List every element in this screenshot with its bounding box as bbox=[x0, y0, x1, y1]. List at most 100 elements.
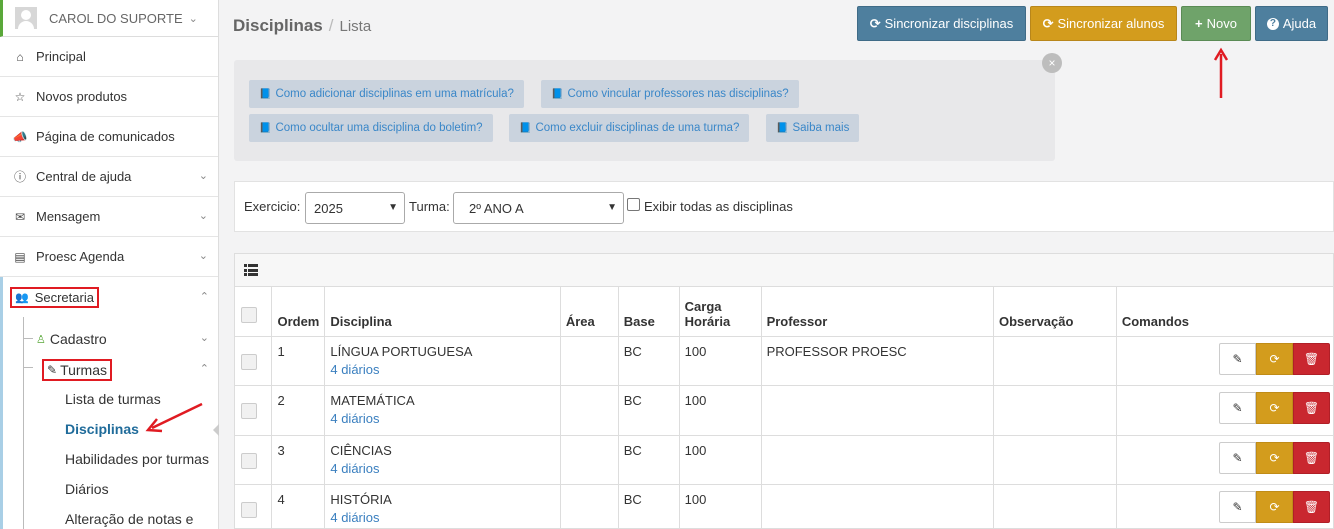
table-toolbar bbox=[235, 254, 1333, 287]
show-all-label: Exibir todas as disciplinas bbox=[644, 199, 793, 214]
sync-button[interactable]: ⟳ bbox=[1256, 342, 1293, 375]
diarios-link[interactable]: 4 diários bbox=[330, 362, 554, 377]
cell-area bbox=[560, 435, 619, 485]
cell-comandos: ✎ ⟳ 🗑 bbox=[1116, 336, 1334, 386]
select-all-checkbox[interactable] bbox=[241, 306, 257, 323]
agenda-icon: ▤ bbox=[14, 249, 26, 264]
delete-button[interactable]: 🗑 bbox=[1293, 392, 1330, 424]
sidebar-item-turmas[interactable]: ✎ Turmas bbox=[23, 358, 112, 382]
help-link-label: Saiba mais bbox=[792, 122, 850, 134]
page-title: Disciplinas / Lista bbox=[233, 16, 371, 36]
sidebar-leaf-disciplinas[interactable]: Disciplinas bbox=[65, 421, 139, 437]
table-row: 2 MATEMÁTICA 4 diários BC 100 ✎ ⟳ 🗑 bbox=[235, 385, 1334, 436]
sidebar-item-secretaria[interactable]: 👥 Secretaria ⌃ bbox=[3, 277, 219, 317]
megaphone-icon: 📣 bbox=[12, 129, 28, 144]
sidebar-leaf-diarios[interactable]: Diários bbox=[65, 481, 109, 497]
sidebar-item-cadastro[interactable]: ♙ Cadastro bbox=[23, 329, 107, 349]
delete-button[interactable]: 🗑 bbox=[1293, 441, 1330, 474]
list-icon[interactable] bbox=[244, 264, 258, 276]
cell-base: BC bbox=[618, 484, 680, 529]
sync-button[interactable]: ⟳ bbox=[1256, 491, 1293, 523]
disciplina-name: MATEMÁTICA bbox=[330, 393, 415, 408]
chevron-down-icon: ▼ bbox=[388, 202, 398, 213]
refresh-icon: ⟳ bbox=[1269, 401, 1280, 415]
sidebar-item-central-ajuda[interactable]: ⓘ Central de ajuda ⌄ bbox=[0, 157, 218, 197]
col-carga-horaria: Carga Horária bbox=[679, 287, 762, 337]
cell-carga: 100 bbox=[679, 435, 762, 485]
close-icon[interactable]: × bbox=[1042, 53, 1062, 73]
show-all-checkbox[interactable] bbox=[627, 198, 640, 211]
refresh-icon: ⟳ bbox=[1042, 15, 1054, 31]
disciplina-name: HISTÓRIA bbox=[330, 492, 392, 507]
exercicio-label: Exercicio: bbox=[244, 199, 301, 214]
sync-button[interactable]: ⟳ bbox=[1256, 392, 1293, 424]
sidebar-item-label: Turmas bbox=[60, 362, 107, 378]
sidebar-item-mensagem[interactable]: ✉ Mensagem ⌄ bbox=[0, 197, 218, 237]
help-link-label: Como adicionar disciplinas em uma matríc… bbox=[275, 88, 514, 100]
cell-ordem: 4 bbox=[271, 484, 326, 529]
cell-base: BC bbox=[618, 435, 680, 485]
sidebar-item-agenda[interactable]: ▤ Proesc Agenda ⌄ bbox=[0, 237, 218, 277]
sync-alunos-button[interactable]: ⟳ Sincronizar alunos bbox=[1030, 6, 1177, 41]
help-link[interactable]: 📘 Como adicionar disciplinas em uma matr… bbox=[249, 80, 524, 108]
sidebar-leaf-habilidades[interactable]: Habilidades por turmas bbox=[65, 451, 209, 467]
user-menu[interactable]: CAROL DO SUPORTE ⌄ bbox=[0, 0, 218, 37]
delete-button[interactable]: 🗑 bbox=[1293, 342, 1330, 375]
sidebar-leaf-lista-turmas[interactable]: Lista de turmas bbox=[65, 391, 161, 407]
diarios-link[interactable]: 4 diários bbox=[330, 461, 554, 476]
help-link[interactable]: 📘 Como vincular professores nas discipli… bbox=[541, 80, 799, 108]
row-checkbox[interactable] bbox=[241, 403, 257, 419]
edit-button[interactable]: ✎ bbox=[1219, 491, 1256, 523]
filters-bar: Exercicio: 2025 ▼ Turma: 2º ANO A ▼ Exib… bbox=[234, 181, 1334, 232]
help-link[interactable]: 📘 Saiba mais bbox=[766, 114, 860, 142]
disciplina-name: LÍNGUA PORTUGUESA bbox=[330, 343, 473, 359]
novo-button[interactable]: + Novo bbox=[1181, 6, 1251, 41]
help-panel bbox=[234, 60, 1055, 161]
sidebar-leaf-alteracao-notas[interactable]: Alteração de notas e bbox=[65, 511, 193, 527]
chevron-down-icon: ⌄ bbox=[198, 250, 208, 262]
trash-icon: 🗑 bbox=[1303, 401, 1320, 415]
select-value: 2º ANO A bbox=[469, 200, 524, 216]
row-checkbox[interactable] bbox=[241, 353, 257, 370]
col-area: Área bbox=[560, 287, 619, 337]
edit-icon: ✎ bbox=[1232, 351, 1243, 366]
help-link[interactable]: 📘 Como ocultar uma disciplina do boletim… bbox=[249, 114, 493, 142]
sidebar-item-label: Central de ajuda bbox=[36, 169, 132, 184]
star-icon: ☆ bbox=[14, 89, 26, 104]
select-value: 2025 bbox=[314, 200, 343, 216]
sync-button[interactable]: ⟳ bbox=[1256, 441, 1293, 474]
ajuda-button[interactable]: ? Ajuda bbox=[1255, 6, 1328, 41]
sync-disciplinas-button[interactable]: ⟳ Sincronizar disciplinas bbox=[857, 6, 1026, 41]
row-checkbox[interactable] bbox=[241, 502, 257, 518]
delete-button[interactable]: 🗑 bbox=[1293, 491, 1330, 523]
sidebar-item-principal[interactable]: ⌂ Principal bbox=[0, 37, 218, 77]
cell-professor bbox=[761, 435, 995, 485]
trash-icon: 🗑 bbox=[1303, 351, 1320, 366]
exercicio-select[interactable]: 2025 ▼ bbox=[305, 192, 405, 224]
row-checkbox[interactable] bbox=[241, 452, 257, 469]
cell-ordem: 3 bbox=[271, 435, 326, 485]
chevron-down-icon: ⌄ bbox=[188, 12, 198, 25]
diarios-link[interactable]: 4 diários bbox=[330, 510, 554, 525]
disciplinas-table: Ordem Disciplina Área Base Carga Horária … bbox=[235, 287, 1334, 529]
help-link-label: Como ocultar uma disciplina do boletim? bbox=[275, 122, 483, 134]
turma-select[interactable]: 2º ANO A ▼ bbox=[453, 192, 624, 224]
edit-button[interactable]: ✎ bbox=[1219, 392, 1256, 424]
cell-observacao bbox=[993, 484, 1117, 529]
edit-button[interactable]: ✎ bbox=[1219, 342, 1256, 375]
sidebar-item-comunicados[interactable]: 📣 Página de comunicados bbox=[0, 117, 218, 157]
help-link[interactable]: 📘 Como excluir disciplinas de uma turma? bbox=[509, 114, 750, 142]
diarios-link[interactable]: 4 diários bbox=[330, 411, 554, 426]
col-comandos: Comandos bbox=[1116, 287, 1334, 337]
cell-disciplina: HISTÓRIA 4 diários bbox=[324, 484, 561, 529]
col-ordem: Ordem bbox=[271, 287, 326, 337]
secretaria-section: 👥 Secretaria ⌃ ♙ Cadastro ⌄ ✎ Turmas ⌃ L… bbox=[0, 277, 219, 529]
cell-disciplina: CIÊNCIAS 4 diários bbox=[324, 435, 561, 485]
cell-disciplina: MATEMÁTICA 4 diários bbox=[324, 385, 561, 436]
sidebar-item-novos-produtos[interactable]: ☆ Novos produtos bbox=[0, 77, 218, 117]
book-icon: 📘 bbox=[259, 122, 272, 134]
users-icon: 👥 bbox=[15, 291, 29, 304]
edit-button[interactable]: ✎ bbox=[1219, 441, 1256, 474]
chevron-down-icon: ▼ bbox=[607, 202, 617, 213]
info-icon: ⓘ bbox=[13, 170, 26, 184]
